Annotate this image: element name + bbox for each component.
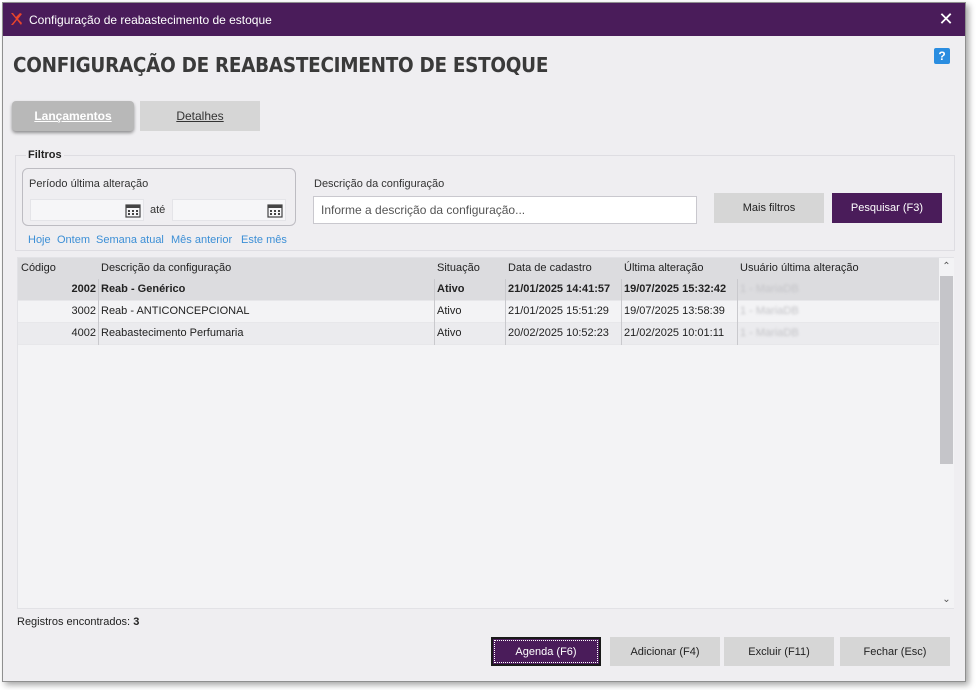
cell-cadastro: 21/01/2025 14:41:57 [508, 283, 611, 295]
table-row[interactable]: 4002 Reabastecimento Perfumaria Ativo 20… [18, 323, 939, 345]
app-logo-icon [11, 13, 22, 25]
vertical-scrollbar[interactable]: ⌃ ⌄ [939, 258, 954, 608]
cell-descricao: Reabastecimento Perfumaria [101, 327, 244, 339]
cell-usuario: 1 - MariaDB [740, 327, 799, 339]
quick-link-ontem[interactable]: Ontem [57, 234, 90, 246]
column-divider [434, 279, 435, 345]
date-to-input[interactable] [173, 200, 263, 220]
column-divider [621, 279, 622, 345]
more-filters-button[interactable]: Mais filtros [714, 193, 824, 223]
quick-link-semana-atual[interactable]: Semana atual [96, 234, 164, 246]
results-table: Código Descrição da configuração Situaçã… [17, 257, 954, 609]
cell-alteracao: 19/07/2025 15:32:42 [624, 283, 727, 295]
cell-codigo: 3002 [71, 305, 96, 317]
calendar-icon[interactable] [125, 203, 141, 218]
table-header: Código Descrição da configuração Situaçã… [18, 258, 939, 279]
records-count: Registros encontrados: 3 [17, 616, 139, 628]
dialog-window: Configuração de reabastecimento de estoq… [2, 2, 966, 682]
date-from-field[interactable] [30, 199, 144, 221]
window-title: Configuração de reabastecimento de estoq… [29, 13, 272, 27]
column-header-cadastro[interactable]: Data de cadastro [508, 262, 592, 274]
table-row[interactable]: 2002 Reab - Genérico Ativo 21/01/2025 14… [18, 279, 939, 301]
table-row[interactable]: 3002 Reab - ANTICONCEPCIONAL Ativo 21/01… [18, 301, 939, 323]
description-input[interactable] [313, 196, 697, 224]
date-to-field[interactable] [172, 199, 286, 221]
close-icon[interactable]: ✕ [935, 8, 957, 30]
cell-situacao: Ativo [437, 327, 462, 339]
calendar-icon[interactable] [267, 203, 283, 218]
cell-descricao: Reab - ANTICONCEPCIONAL [101, 305, 250, 317]
column-header-alteracao[interactable]: Última alteração [624, 262, 703, 274]
column-header-codigo[interactable]: Código [21, 262, 56, 274]
description-label: Descrição da configuração [314, 178, 445, 190]
agenda-button[interactable]: Agenda (F6) [491, 637, 601, 666]
close-button[interactable]: Fechar (Esc) [840, 637, 950, 666]
records-value: 3 [133, 616, 140, 628]
between-label: até [150, 204, 166, 216]
records-label: Registros encontrados: [17, 616, 131, 628]
cell-descricao: Reab - Genérico [101, 283, 186, 295]
cell-situacao: Ativo [437, 305, 462, 317]
help-icon[interactable]: ? [934, 48, 950, 64]
search-button[interactable]: Pesquisar (F3) [832, 193, 942, 223]
cell-alteracao: 19/07/2025 13:58:39 [624, 305, 725, 317]
period-label: Período última alteração [29, 178, 149, 190]
column-header-situacao[interactable]: Situação [437, 262, 480, 274]
tab-detalhes[interactable]: Detalhes [140, 101, 260, 131]
column-header-descricao[interactable]: Descrição da configuração [101, 262, 231, 274]
quick-link-mes-anterior[interactable]: Mês anterior [171, 234, 232, 246]
scroll-up-icon[interactable]: ⌃ [939, 259, 954, 274]
add-button[interactable]: Adicionar (F4) [610, 637, 720, 666]
column-divider [737, 279, 738, 345]
cell-cadastro: 21/01/2025 15:51:29 [508, 305, 609, 317]
column-header-usuario[interactable]: Usuário última alteração [740, 262, 859, 274]
title-bar: Configuração de reabastecimento de estoq… [3, 3, 965, 36]
cell-alteracao: 21/02/2025 10:01:11 [624, 327, 725, 339]
cell-usuario: 1 - MariaDB [740, 283, 799, 295]
page-title: CONFIGURAÇÃO DE REABASTECIMENTO DE ESTOQ… [13, 53, 549, 77]
cell-usuario: 1 - MariaDB [740, 305, 799, 317]
tab-lancamentos[interactable]: Lançamentos [12, 101, 134, 131]
column-divider [98, 279, 99, 345]
quick-link-este-mes[interactable]: Este mês [241, 234, 287, 246]
filters-title: Filtros [26, 149, 64, 161]
date-from-input[interactable] [31, 200, 121, 220]
cell-situacao: Ativo [437, 283, 465, 295]
quick-link-hoje[interactable]: Hoje [28, 234, 51, 246]
cell-codigo: 2002 [71, 283, 96, 295]
scroll-down-icon[interactable]: ⌄ [939, 592, 954, 607]
column-divider [505, 279, 506, 345]
scrollbar-thumb[interactable] [940, 276, 953, 464]
delete-button[interactable]: Excluir (F11) [724, 637, 834, 666]
cell-cadastro: 20/02/2025 10:52:23 [508, 327, 609, 339]
cell-codigo: 4002 [71, 327, 96, 339]
